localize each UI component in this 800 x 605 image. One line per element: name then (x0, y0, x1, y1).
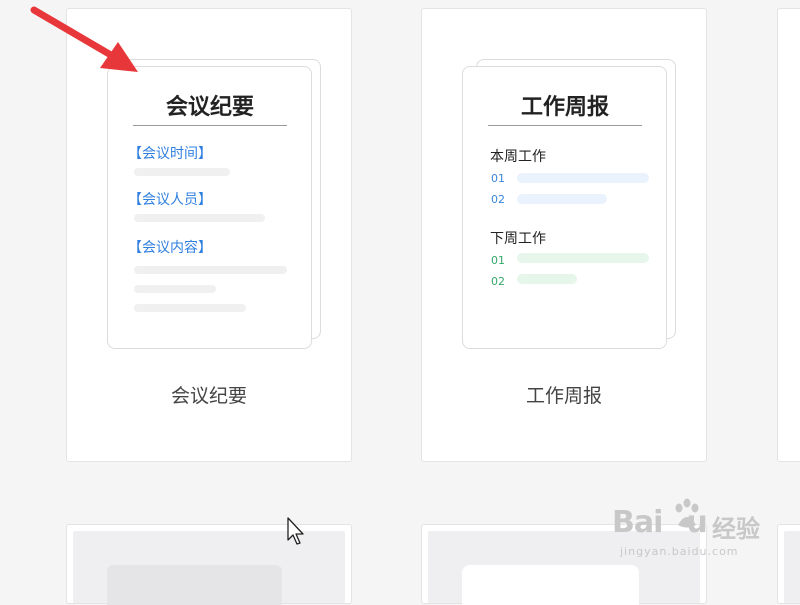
watermark-cn-text: 经验 (712, 515, 760, 543)
placeholder-line (134, 285, 216, 293)
item-number: 01 (491, 172, 505, 185)
placeholder-line (134, 168, 230, 176)
paw-icon (675, 498, 699, 528)
preview-area (784, 531, 800, 603)
section-meeting-content: 【会议内容】 (128, 240, 212, 256)
item-number: 02 (491, 275, 505, 288)
annotation-arrow-icon (30, 6, 138, 72)
placeholder-bar (517, 274, 577, 284)
template-card-weekly-report[interactable]: 工作周报 本周工作 01 02 下周工作 01 02 工作周报 (421, 8, 707, 462)
placeholder-bar (517, 194, 607, 204)
template-card-partial[interactable] (777, 8, 800, 462)
group-heading-this-week: 本周工作 (490, 149, 546, 165)
template-card-row2-1[interactable] (66, 524, 352, 605)
item-number: 01 (491, 254, 505, 267)
group-heading-next-week: 下周工作 (490, 231, 546, 247)
item-number: 02 (491, 193, 505, 206)
section-meeting-attendees: 【会议人员】 (128, 192, 212, 208)
doc-preview-sheet (462, 565, 639, 605)
placeholder-line (134, 304, 246, 312)
placeholder-bar (517, 173, 649, 183)
placeholder-line (134, 214, 265, 222)
placeholder-line (134, 266, 287, 274)
placeholder-bar (517, 253, 649, 263)
watermark-url-text: jingyan.baidu.com (620, 545, 739, 558)
doc-preview-title: 会议纪要 (133, 89, 287, 126)
doc-preview-title: 工作周报 (488, 89, 642, 126)
doc-preview-sheet: 会议纪要 【会议时间】 【会议人员】 【会议内容】 (107, 66, 312, 349)
card-label: 工作周报 (525, 385, 602, 407)
doc-preview-sheet (107, 565, 282, 605)
mouse-cursor-icon (287, 517, 304, 545)
baidu-jingyan-watermark: Bai u 经验 jingyan.baidu.com (612, 497, 782, 565)
card-label: 会议纪要 (170, 385, 247, 407)
section-meeting-time: 【会议时间】 (128, 146, 212, 162)
doc-preview-sheet: 工作周报 本周工作 01 02 下周工作 01 02 (462, 66, 667, 349)
